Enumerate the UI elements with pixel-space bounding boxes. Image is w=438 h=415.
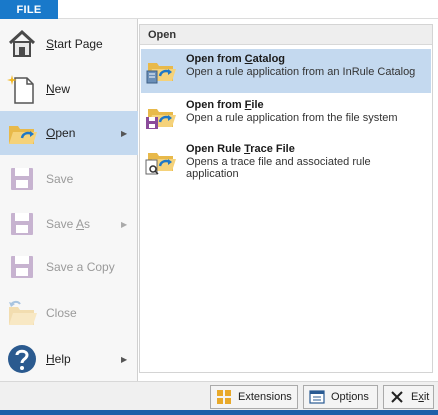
- extensions-label: Extensions: [238, 391, 292, 403]
- save-icon: [11, 168, 33, 190]
- option-description: Opens a trace file and associated rule a…: [186, 156, 371, 180]
- panel-title: Open: [140, 25, 432, 45]
- menu-item-save-a-copy[interactable]: Save a Copy: [0, 245, 138, 289]
- save-copy-icon: [11, 256, 33, 278]
- catalog-folder-icon: [146, 63, 176, 84]
- trace-file-icon: [145, 153, 176, 175]
- option-description: Open a rule application from an InRule C…: [186, 66, 416, 78]
- backstage-menu: Start Page New Open ▶ Save Save As ▶ Sav…: [0, 19, 138, 381]
- menu-item-label: New: [46, 82, 71, 96]
- extensions-button[interactable]: Extensions: [210, 385, 298, 409]
- menu-item-label: Help: [46, 352, 71, 366]
- options-label: Options: [331, 391, 369, 403]
- menu-item-label: Save a Copy: [46, 260, 115, 274]
- option-title: Open from Catalog: [186, 53, 286, 65]
- menu-item-label: Start Page: [46, 37, 103, 51]
- option-title: Open Rule Trace File: [186, 143, 295, 155]
- menu-item-save-as[interactable]: Save As ▶: [0, 202, 138, 246]
- close-folder-icon: [9, 300, 37, 325]
- chevron-right-icon: ▶: [121, 354, 128, 364]
- extensions-icon: [217, 390, 231, 404]
- menu-item-close[interactable]: Close: [0, 291, 138, 335]
- option-description: Open a rule application from the file sy…: [186, 112, 398, 124]
- bottom-bar: Extensions Options Exit: [0, 381, 438, 410]
- home-icon: [8, 29, 36, 57]
- save-as-icon: [11, 213, 33, 235]
- file-folder-icon: [146, 109, 176, 129]
- new-document-icon: [7, 75, 34, 104]
- status-bar: [0, 410, 438, 415]
- file-tab[interactable]: FILE: [0, 0, 58, 19]
- chevron-right-icon: ▶: [121, 219, 128, 229]
- options-button[interactable]: Options: [303, 385, 378, 409]
- menu-item-label: Save As: [46, 217, 91, 231]
- menu-item-open[interactable]: Open ▶: [0, 111, 138, 155]
- chevron-right-icon: ▶: [121, 128, 128, 138]
- menu-item-start-page[interactable]: Start Page: [0, 22, 138, 66]
- menu-item-save[interactable]: Save: [0, 157, 138, 201]
- option-title: Open from File: [186, 99, 264, 111]
- open-folder-icon: [9, 126, 37, 144]
- option-open-from-file[interactable]: Open from File Open a rule application f…: [141, 95, 431, 139]
- option-open-from-catalog[interactable]: Open from Catalog Open a rule applicatio…: [141, 49, 431, 93]
- menu-item-label: Close: [46, 306, 77, 320]
- exit-label: Exit: [411, 391, 430, 403]
- top-bar: FILE: [0, 0, 438, 19]
- options-icon: [309, 390, 325, 404]
- menu-item-new[interactable]: New: [0, 67, 138, 111]
- help-icon: [8, 345, 36, 373]
- close-icon: [391, 391, 403, 403]
- menu-item-label: Save: [46, 172, 74, 186]
- menu-item-help[interactable]: Help ▶: [0, 337, 138, 381]
- option-open-rule-trace-file[interactable]: Open Rule Trace File Opens a trace file …: [141, 139, 431, 183]
- exit-button[interactable]: Exit: [383, 385, 434, 409]
- open-panel: Open Open from Catalog Open a rule appli…: [139, 24, 433, 373]
- menu-item-label: Open: [46, 126, 76, 140]
